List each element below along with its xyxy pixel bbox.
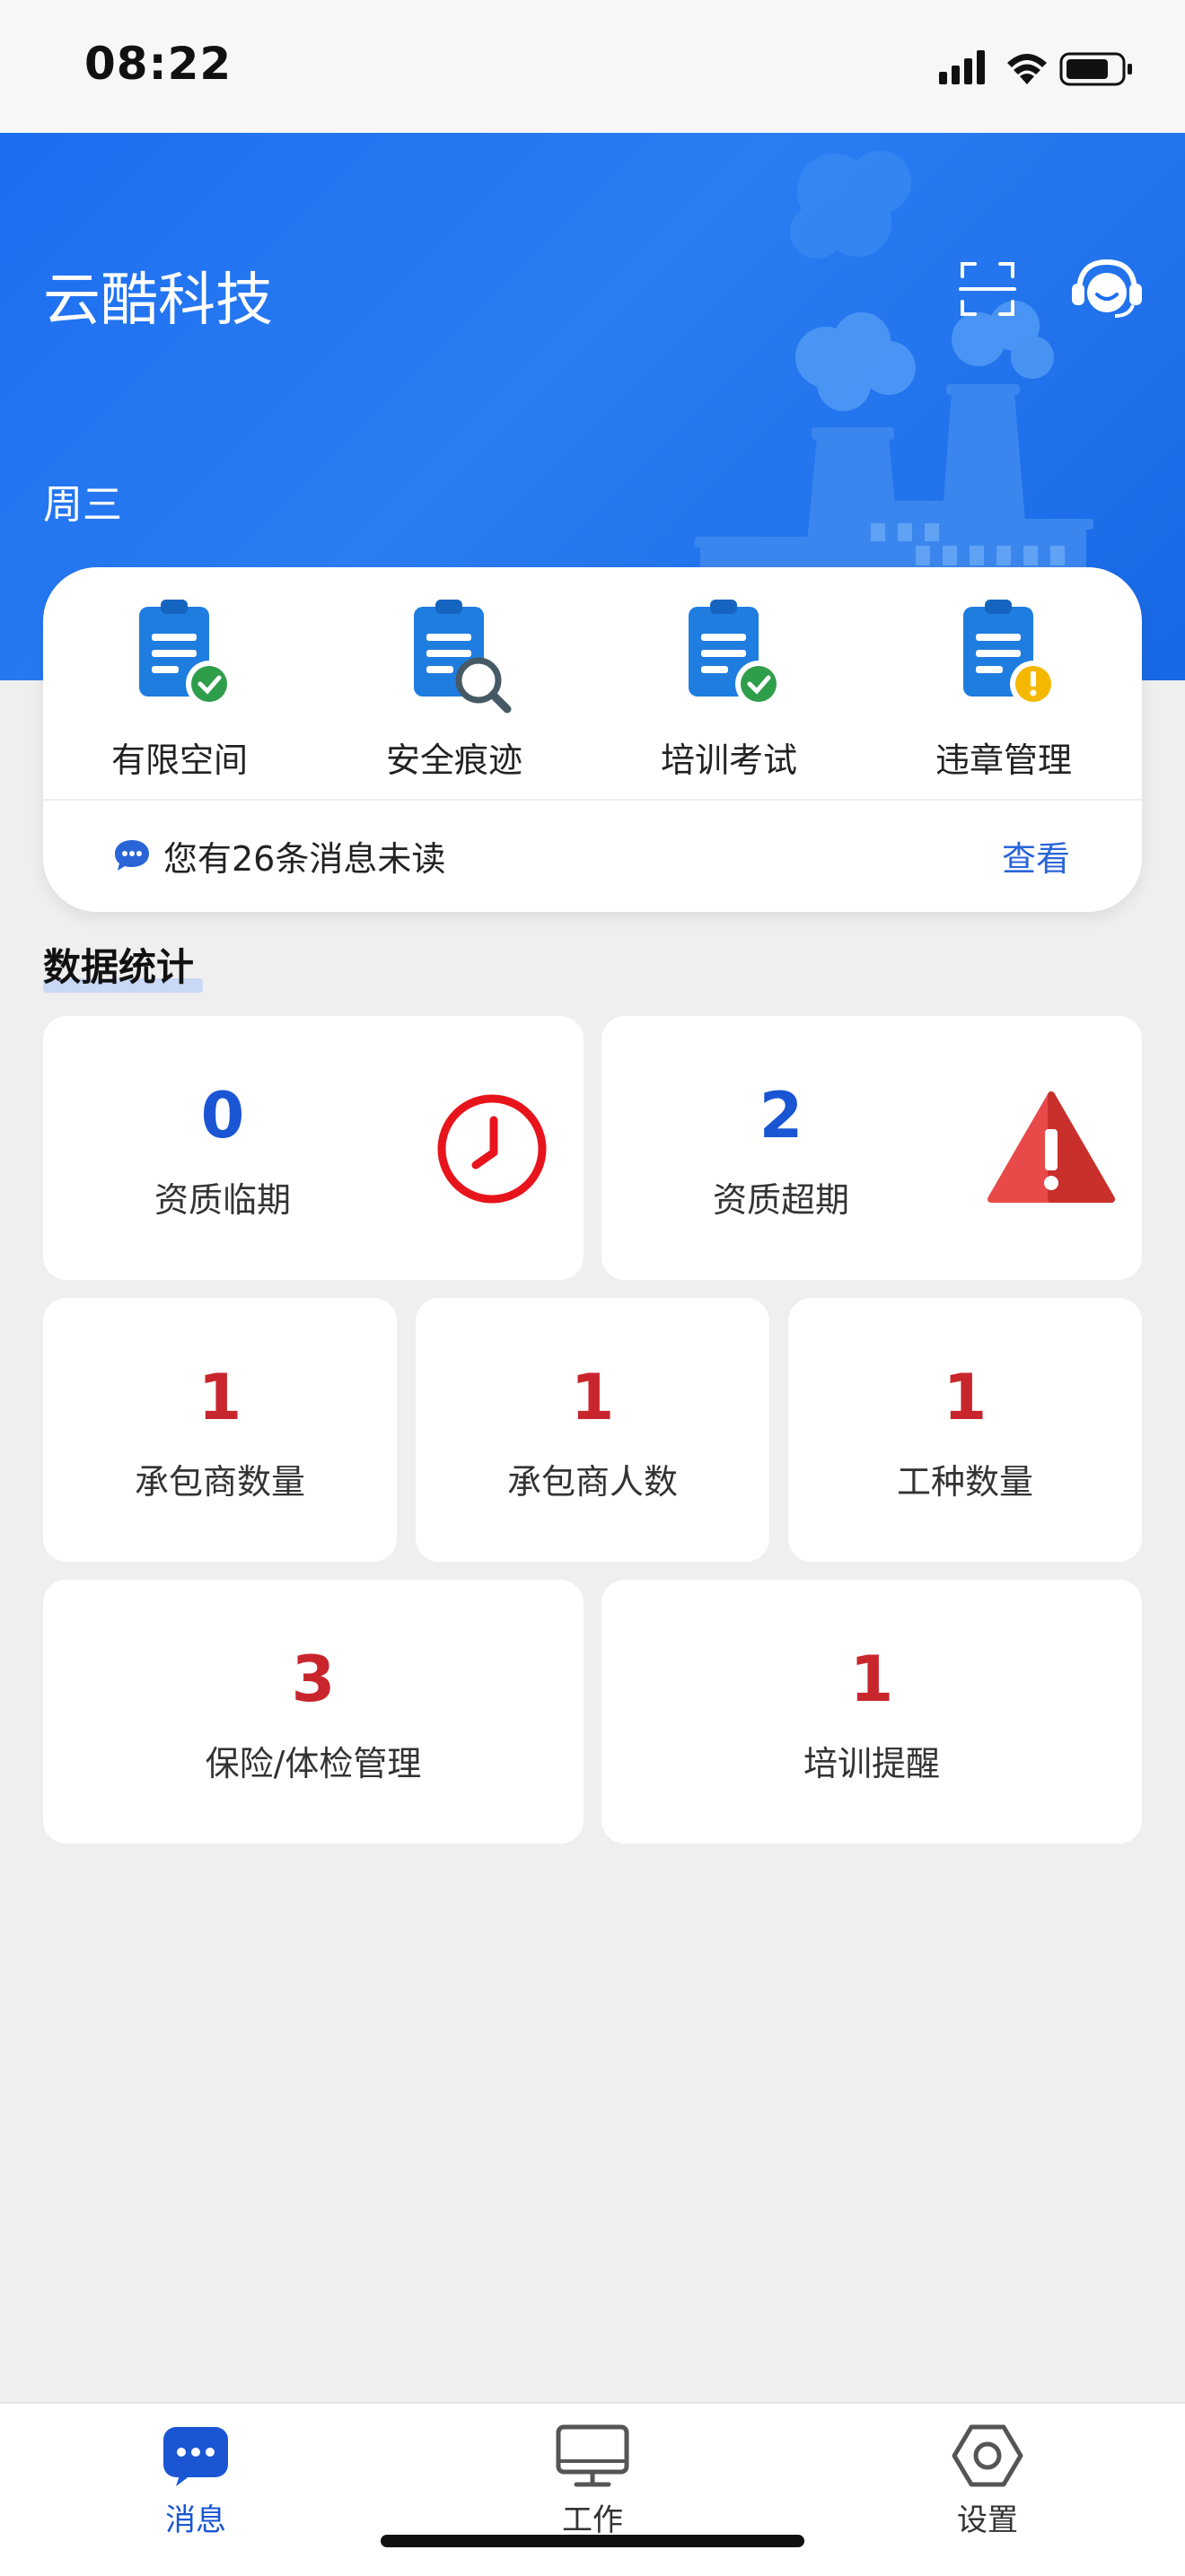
stat-value: 1 [849,1643,894,1716]
quick-action-label: 安全痕迹 [385,740,522,780]
home-indicator [381,2535,804,2547]
divider [43,799,1142,801]
weekday-label: 周三 [43,482,122,528]
section-title: 数据统计 [43,945,195,989]
stat-value: 1 [943,1361,988,1434]
quick-action-training-exam[interactable]: 培训考试 [639,594,819,810]
quick-action-label: 有限空间 [110,740,248,780]
quick-actions-card: 有限空间 安全痕迹 培训考试 违章管理 您有26条消息未读 查看 [43,567,1142,912]
stat-label: 保险/体检管理 [205,1744,422,1783]
tab-label: 设置 [957,2502,1018,2538]
stat-card-qual-expired[interactable]: 2 资质超期 [601,1016,1142,1280]
clipboard-warning-icon [963,600,1057,707]
stat-card-training[interactable]: 1 培训提醒 [601,1580,1142,1844]
unread-messages-text: 您有26条消息未读 [163,839,446,879]
tab-label: 消息 [165,2502,226,2538]
quick-action-safety-trace[interactable]: 安全痕迹 [364,594,544,810]
stat-card-insurance[interactable]: 3 保险/体检管理 [43,1580,584,1844]
app-title: 云酷科技 [43,267,273,334]
scan-icon[interactable] [959,260,1016,318]
wifi-icon [1007,54,1047,84]
bottom-tab-bar: 消息 工作 设置 [0,2402,1185,2576]
stat-card-job-types[interactable]: 1 工种数量 [788,1298,1142,1562]
stat-value: 1 [570,1361,615,1434]
stat-label: 资质超期 [712,1180,849,1220]
quick-action-violation[interactable]: 违章管理 [914,594,1093,810]
clock-icon [437,1094,547,1204]
status-icons [939,50,1132,86]
stat-value: 0 [200,1079,245,1152]
stat-value: 1 [198,1361,242,1434]
stat-card-contractor-count[interactable]: 1 承包商数量 [43,1298,397,1562]
view-messages-link[interactable]: 查看 [1002,831,1070,881]
message-icon [163,2427,228,2486]
stat-label: 培训提醒 [803,1744,940,1783]
quick-action-label: 违章管理 [935,740,1072,780]
chat-bubble-icon [115,840,149,871]
stat-label: 承包商数量 [134,1462,305,1502]
signal-icon [939,50,985,84]
warning-triangle-icon [988,1091,1115,1203]
quick-action-label: 培训考试 [660,740,797,780]
stat-value: 3 [291,1643,336,1716]
tab-settings[interactable]: 设置 [898,2423,1077,2539]
stat-label: 资质临期 [154,1180,291,1220]
stat-value: 2 [759,1079,803,1152]
status-bar: 08:22 [0,0,1185,133]
stat-card-qual-expiring[interactable]: 0 资质临期 [43,1016,584,1280]
monitor-icon [556,2424,629,2487]
settings-hexagon-icon [952,2424,1023,2487]
quick-action-confined-space[interactable]: 有限空间 [90,594,269,810]
clipboard-search-icon [414,600,512,714]
stat-card-contractor-people[interactable]: 1 承包商人数 [416,1298,769,1562]
stat-label: 工种数量 [896,1462,1033,1502]
unread-messages-row[interactable]: 您有26条消息未读 查看 [43,802,1142,912]
stat-label: 承包商人数 [506,1462,678,1502]
tab-messages[interactable]: 消息 [106,2423,285,2539]
battery-icon [1059,52,1132,86]
clipboard-check-icon [139,600,233,707]
customer-service-icon[interactable] [1070,257,1144,321]
status-time: 08:22 [84,38,233,90]
tab-label: 工作 [562,2502,623,2538]
clipboard-check-icon [689,600,782,707]
tab-work[interactable]: 工作 [503,2423,682,2539]
